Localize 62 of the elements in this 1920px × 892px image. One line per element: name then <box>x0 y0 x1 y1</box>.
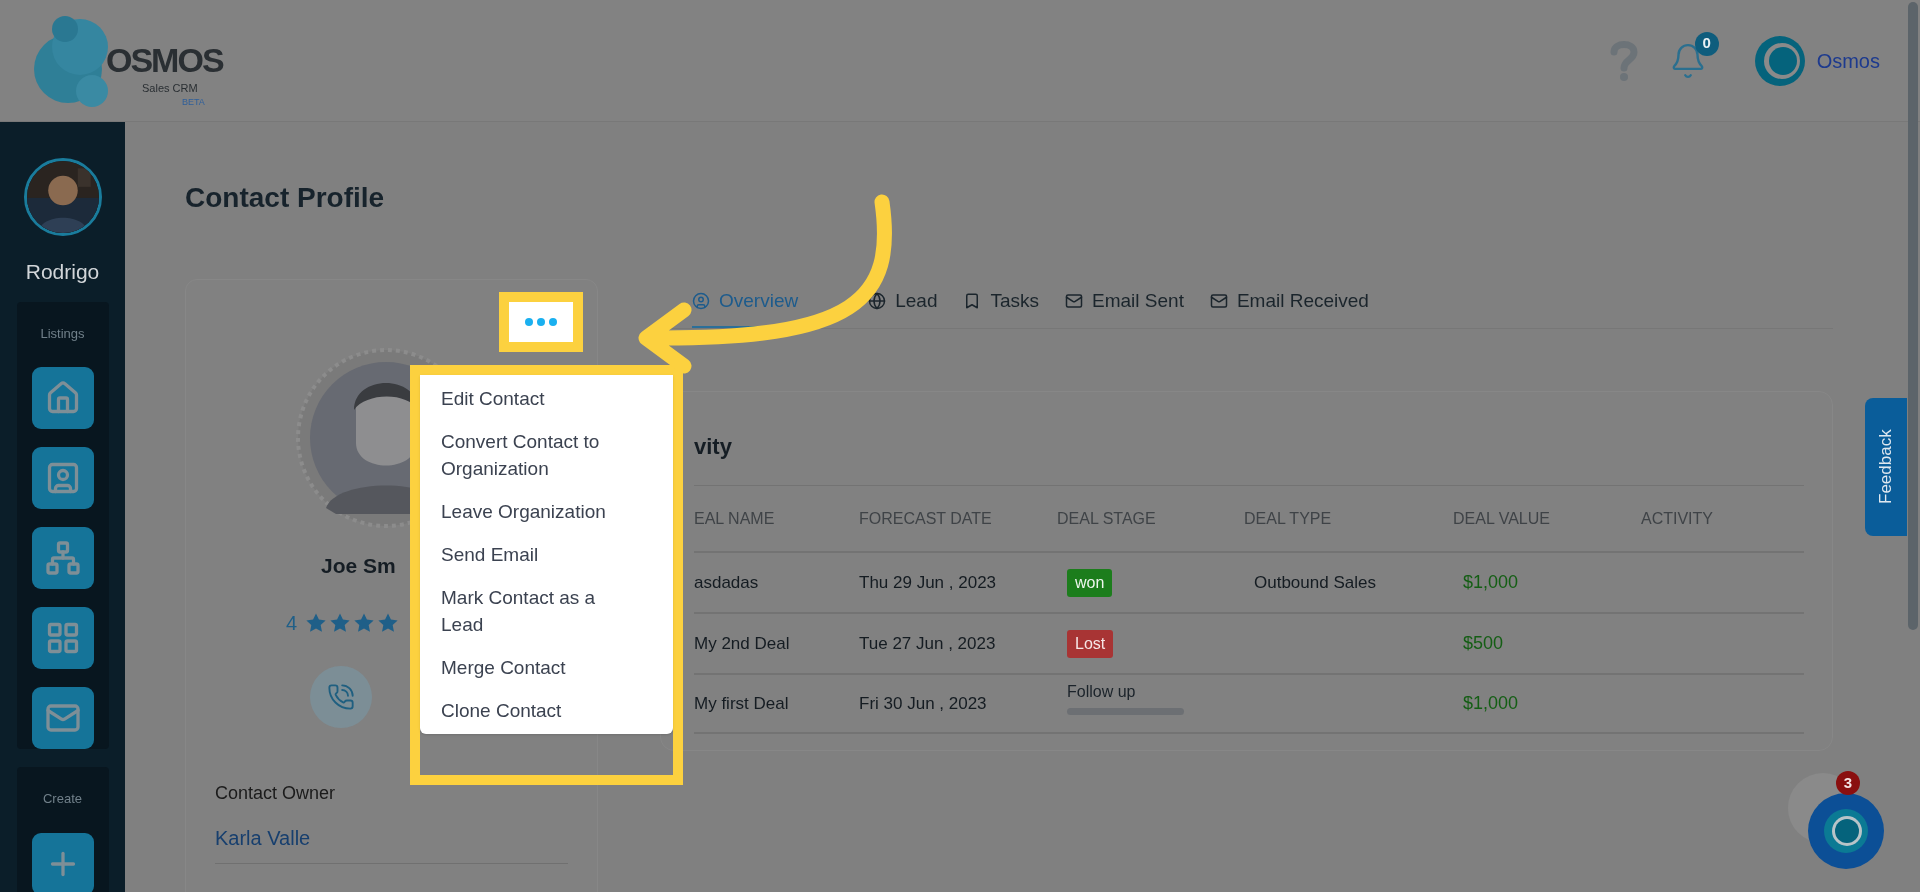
card-title: vity <box>694 433 733 461</box>
table-cell: $1,000 <box>1463 572 1519 592</box>
sidebar-button[interactable] <box>31 687 94 749</box>
stage-badge: won <box>1067 568 1113 597</box>
star-icon <box>329 611 352 634</box>
tab[interactable]: Email Received <box>1209 282 1369 328</box>
page-title: Contact Profile <box>185 181 386 215</box>
star-icon <box>305 611 328 634</box>
logo-text: OSMOS <box>106 42 223 77</box>
user-name: Rodrigo <box>25 259 100 285</box>
tab[interactable]: Tasks <box>963 282 1040 328</box>
table-cell-text: Thu 29 Jun , 2023 <box>859 571 997 594</box>
menu-item[interactable]: Leave Organization <box>420 490 673 533</box>
menu-item[interactable]: Send Email <box>420 533 673 576</box>
table-cell: $1,000 <box>1463 693 1519 713</box>
contact-name: Joe Sm <box>321 553 396 579</box>
menu-item[interactable]: Convert Contact to Organization <box>420 420 673 490</box>
column-header: ACTIVITY <box>1641 508 1713 529</box>
column-header: DEAL TYPE <box>1244 508 1332 529</box>
rating-value: 4 <box>286 610 298 636</box>
mail-icon <box>1209 292 1228 310</box>
globe-icon <box>868 292 887 310</box>
beta-label: BETA <box>182 97 205 107</box>
menu-item[interactable]: Mark Contact as a Lead <box>420 576 673 646</box>
star-icon <box>377 611 400 634</box>
phone-icon <box>327 682 355 711</box>
chat-badge: 3 <box>1836 771 1860 795</box>
table-cell-text: Tue 27 Jun , 2023 <box>859 632 996 655</box>
column-header: DEAL STAGE <box>1057 508 1156 529</box>
hierarchy-icon <box>44 540 81 576</box>
table-cell: $500 <box>1463 633 1504 653</box>
sidebar-button[interactable] <box>31 832 94 892</box>
table-cell-text: My 2nd Deal <box>694 632 790 655</box>
logo-subtitle: Sales CRM <box>142 82 198 94</box>
menu-item[interactable]: Edit Contact <box>420 377 673 420</box>
column-header: DEAL VALUE <box>1453 508 1550 529</box>
table-cell-text: My first Deal <box>694 692 789 715</box>
section-label: Listings <box>40 324 85 343</box>
chat-button[interactable] <box>1788 773 1884 869</box>
table-cell: Outbound Sales <box>1254 572 1376 592</box>
notification-badge: 0 <box>1694 31 1719 56</box>
owner-label: Contact Owner <box>215 781 336 805</box>
section-label: Create <box>43 790 82 808</box>
menu-item[interactable]: Clone Contact <box>420 689 673 732</box>
star-icon <box>353 611 376 634</box>
menu-item[interactable]: Merge Contact <box>420 646 673 689</box>
sidebar-button[interactable] <box>31 447 94 509</box>
feedback-tab[interactable]: Feedback <box>1865 398 1907 536</box>
stage-badge: Lost <box>1067 629 1114 658</box>
column-header: FORECAST DATE <box>859 508 992 529</box>
column-header: EAL NAME <box>694 508 775 529</box>
sidebar-button[interactable] <box>31 607 94 669</box>
tab[interactable]: Lead <box>868 282 938 328</box>
logo[interactable]: OSMOS Sales CRM BETA <box>30 10 240 111</box>
table-cell-text: asdadas <box>694 571 759 594</box>
user-circle-icon <box>692 292 710 310</box>
table-cell-text: Fri 30 Jun , 2023 <box>859 692 987 715</box>
sidebar-button[interactable] <box>31 527 94 589</box>
tab[interactable]: Email Sent <box>1065 282 1184 328</box>
mail-icon <box>1065 292 1084 310</box>
stage-label: Follow up <box>1067 682 1136 702</box>
sidebar-button[interactable] <box>31 367 94 429</box>
